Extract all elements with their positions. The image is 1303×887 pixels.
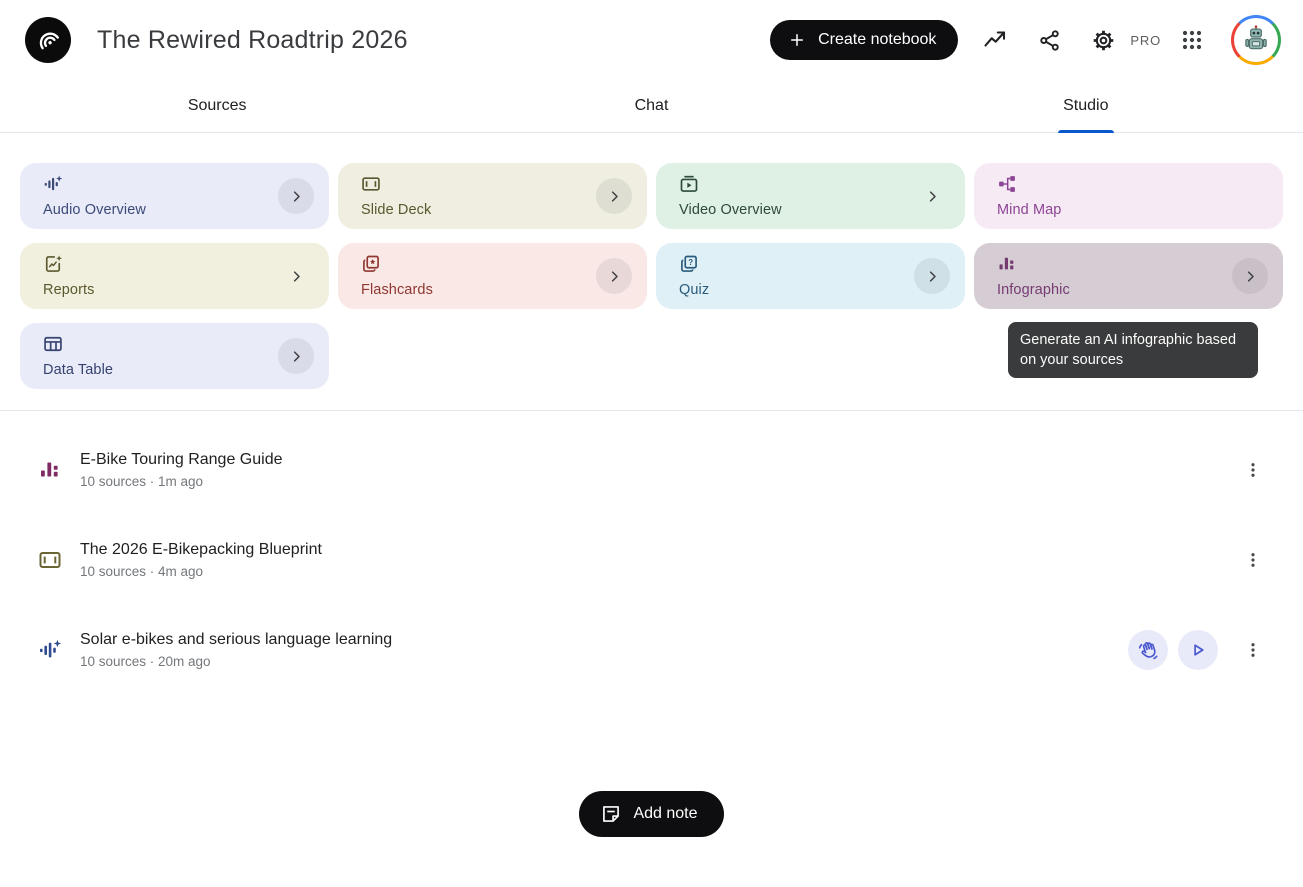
studio-card-flashcards[interactable]: Flashcards bbox=[338, 243, 647, 309]
google-apps-grid-icon[interactable] bbox=[1165, 16, 1219, 64]
more-options-kebab-icon[interactable] bbox=[1241, 636, 1265, 664]
create-notebook-label: Create notebook bbox=[818, 31, 936, 49]
studio-card-reports[interactable]: Reports bbox=[20, 243, 329, 309]
note-icon bbox=[601, 804, 621, 824]
list-item-audio-overview[interactable]: Solar e-bikes and serious language learn… bbox=[0, 605, 1303, 695]
studio-output-list: E-Bike Touring Range Guide 10 sources · … bbox=[0, 411, 1303, 695]
studio-card-quiz[interactable]: ? Quiz bbox=[656, 243, 965, 309]
studio-card-infographic[interactable]: Infographic bbox=[974, 243, 1283, 309]
infographic-bars-icon bbox=[38, 458, 62, 482]
note-meta: 10 sources · 1m ago bbox=[80, 474, 1228, 489]
analytics-trending-up-icon[interactable] bbox=[968, 16, 1022, 64]
note-actions bbox=[1228, 546, 1265, 574]
note-title: The 2026 E-Bikepacking Blueprint bbox=[80, 541, 1228, 559]
mind-map-nodes-icon bbox=[997, 174, 1017, 194]
studio-card-video-overview[interactable]: Video Overview bbox=[656, 163, 965, 229]
tab-sources-label: Sources bbox=[188, 97, 247, 115]
flashcards-star-icon bbox=[361, 254, 381, 274]
card-label: Video Overview bbox=[679, 202, 782, 218]
card-label: Data Table bbox=[43, 362, 113, 378]
more-options-kebab-icon[interactable] bbox=[1241, 546, 1265, 574]
card-label: Quiz bbox=[679, 282, 709, 298]
table-grid-icon bbox=[43, 334, 63, 354]
chevron-right-icon[interactable] bbox=[278, 178, 314, 214]
infographic-tooltip: Generate an AI infographic based on your… bbox=[1008, 322, 1258, 378]
report-sparkle-icon bbox=[43, 254, 63, 274]
note-title: Solar e-bikes and serious language learn… bbox=[80, 631, 1128, 649]
card-label: Audio Overview bbox=[43, 202, 146, 218]
active-tab-indicator bbox=[1058, 130, 1114, 133]
studio-card-audio-overview[interactable]: Audio Overview bbox=[20, 163, 329, 229]
list-item-infographic[interactable]: E-Bike Touring Range Guide 10 sources · … bbox=[0, 425, 1303, 515]
note-meta: 10 sources · 4m ago bbox=[80, 564, 1228, 579]
list-item-slide-deck[interactable]: The 2026 E-Bikepacking Blueprint 10 sour… bbox=[0, 515, 1303, 605]
plus-icon bbox=[788, 31, 806, 49]
svg-text:?: ? bbox=[688, 258, 693, 267]
create-notebook-button[interactable]: Create notebook bbox=[770, 20, 958, 60]
card-label: Infographic bbox=[997, 282, 1070, 298]
interactive-mode-button[interactable] bbox=[1128, 630, 1168, 670]
robot-avatar-image bbox=[1234, 18, 1278, 62]
app-header: The Rewired Roadtrip 2026 Create noteboo… bbox=[0, 0, 1303, 80]
tab-chat[interactable]: Chat bbox=[434, 80, 868, 132]
card-label: Flashcards bbox=[361, 282, 433, 298]
chevron-right-icon[interactable] bbox=[596, 178, 632, 214]
settings-gear-icon[interactable] bbox=[1076, 16, 1130, 64]
studio-card-mind-map[interactable]: Mind Map bbox=[974, 163, 1283, 229]
slide-frame-icon bbox=[38, 548, 62, 572]
notebooklm-app: The Rewired Roadtrip 2026 Create noteboo… bbox=[0, 0, 1303, 887]
studio-card-data-table[interactable]: Data Table bbox=[20, 323, 329, 389]
card-label: Mind Map bbox=[997, 202, 1061, 218]
header-icons: PRO bbox=[968, 15, 1281, 65]
tab-sources[interactable]: Sources bbox=[0, 80, 434, 132]
tab-chat-label: Chat bbox=[635, 97, 669, 115]
note-meta: 10 sources · 20m ago bbox=[80, 654, 1128, 669]
waving-hand-icon bbox=[1137, 639, 1159, 661]
chevron-right-icon[interactable] bbox=[278, 258, 314, 294]
studio-card-slide-deck[interactable]: Slide Deck bbox=[338, 163, 647, 229]
note-text: Solar e-bikes and serious language learn… bbox=[80, 631, 1128, 669]
tab-studio-label: Studio bbox=[1063, 97, 1108, 115]
add-note-container: Add note bbox=[0, 791, 1303, 837]
tab-studio[interactable]: Studio bbox=[869, 80, 1303, 132]
note-text: The 2026 E-Bikepacking Blueprint 10 sour… bbox=[80, 541, 1228, 579]
quiz-cards-icon: ? bbox=[679, 254, 699, 274]
note-title: E-Bike Touring Range Guide bbox=[80, 451, 1228, 469]
video-frame-icon bbox=[679, 174, 699, 194]
slide-frame-icon bbox=[361, 174, 381, 194]
more-options-kebab-icon[interactable] bbox=[1241, 456, 1265, 484]
card-label: Slide Deck bbox=[361, 202, 431, 218]
pro-badge: PRO bbox=[1130, 33, 1161, 48]
bar-chart-icon bbox=[997, 254, 1017, 274]
user-avatar[interactable] bbox=[1231, 15, 1281, 65]
add-note-button[interactable]: Add note bbox=[579, 791, 723, 837]
chevron-right-icon[interactable] bbox=[278, 338, 314, 374]
share-icon[interactable] bbox=[1022, 16, 1076, 64]
audio-waveform-sparkle-icon bbox=[38, 638, 62, 662]
audio-waveform-sparkle-icon bbox=[43, 174, 63, 194]
chevron-right-icon[interactable] bbox=[914, 258, 950, 294]
play-button[interactable] bbox=[1178, 630, 1218, 670]
panel-tabs: Sources Chat Studio bbox=[0, 80, 1303, 133]
note-actions bbox=[1228, 456, 1265, 484]
chevron-right-icon[interactable] bbox=[596, 258, 632, 294]
note-actions bbox=[1128, 630, 1265, 670]
chevron-right-icon[interactable] bbox=[1232, 258, 1268, 294]
add-note-label: Add note bbox=[633, 805, 697, 823]
chevron-right-icon[interactable] bbox=[914, 178, 950, 214]
card-label: Reports bbox=[43, 282, 94, 298]
notebooklm-logo-icon[interactable] bbox=[25, 17, 71, 63]
note-text: E-Bike Touring Range Guide 10 sources · … bbox=[80, 451, 1228, 489]
notebook-title[interactable]: The Rewired Roadtrip 2026 bbox=[97, 26, 408, 55]
play-icon bbox=[1188, 640, 1208, 660]
